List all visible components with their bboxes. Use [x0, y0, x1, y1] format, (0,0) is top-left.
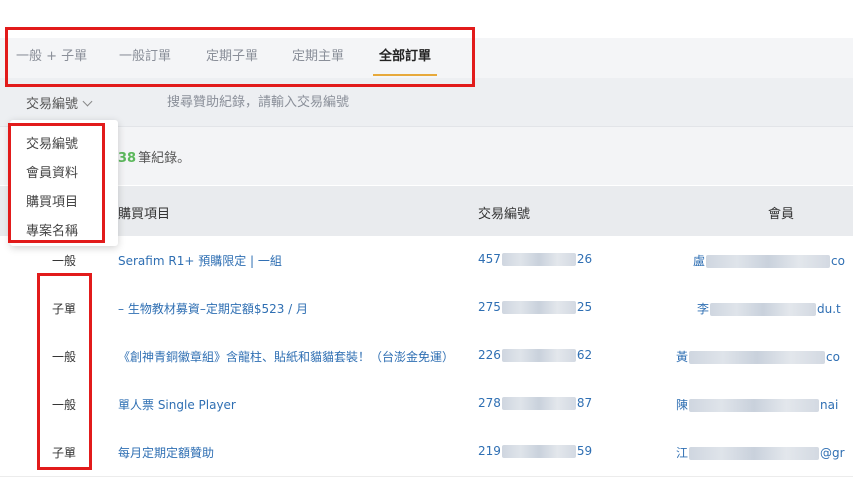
dropdown-option-item[interactable]: 購買項目: [26, 191, 78, 210]
order-number-end: 62: [576, 348, 593, 362]
order-tabs: 一般 + 子單 一般訂單 定期子單 定期主單 全部訂單: [0, 38, 853, 78]
order-number-end: 87: [576, 396, 593, 410]
tab-general-and-sub[interactable]: 一般 + 子單: [16, 38, 87, 78]
table-row: 一般 Serafim R1+ 預購限定 | 一組 457 26 盧 co: [0, 236, 853, 285]
member-start: 李: [697, 302, 710, 316]
purchase-item-link[interactable]: Serafim R1+ 預購限定 | 一組: [118, 252, 282, 269]
order-number-end: 26: [576, 252, 593, 266]
records-count: 38: [118, 151, 137, 166]
tab-recurring-sub[interactable]: 定期子單: [206, 38, 258, 78]
redacted-blur: [501, 253, 576, 266]
member-end: @gr: [820, 446, 845, 460]
purchase-item-link[interactable]: 《創神青銅徽章組》含龍柱、貼紙和貓貓套裝！（台澎金免運）: [118, 348, 454, 365]
purchase-item-link[interactable]: – 生物教材募資–定期定額$523 / 月: [118, 300, 308, 317]
table-row: 子單 – 生物教材募資–定期定額$523 / 月 275 25 李 du.t: [0, 284, 853, 333]
tab-all-orders[interactable]: 全部訂單: [372, 38, 438, 78]
member-link[interactable]: 陳 nai: [676, 396, 838, 413]
column-header-order: 交易編號: [478, 207, 531, 222]
table-row: 一般 《創神青銅徽章組》含龍柱、貼紙和貓貓套裝！（台澎金免運） 226 62 黃 c…: [0, 332, 853, 381]
tab-recurring-main[interactable]: 定期主單: [292, 38, 344, 78]
order-number-link[interactable]: 226 62: [478, 348, 592, 362]
redacted-blur: [710, 303, 817, 316]
top-bar: [0, 0, 853, 39]
member-end: co: [831, 254, 845, 268]
order-number-link[interactable]: 278 87: [478, 396, 592, 410]
search-input[interactable]: [165, 88, 589, 116]
member-end: co: [826, 350, 840, 364]
redacted-blur: [501, 445, 576, 458]
search-bar: 交易編號: [0, 78, 853, 127]
chevron-down-icon: [82, 96, 93, 107]
order-type: 一般: [52, 254, 77, 268]
order-number-start: 457: [478, 252, 501, 266]
order-number-link[interactable]: 457 26: [478, 252, 592, 266]
table-row: 子單 每月定期定額贊助 219 59 江 @gr: [0, 428, 853, 477]
search-field-select[interactable]: 交易編號: [26, 93, 93, 112]
member-start: 盧: [693, 254, 706, 268]
column-header-member: 會員: [768, 207, 795, 222]
member-link[interactable]: 李 du.t: [697, 300, 841, 317]
order-number-link[interactable]: 275 25: [478, 300, 592, 314]
member-link[interactable]: 黃 co: [676, 348, 840, 365]
redacted-blur: [501, 397, 576, 410]
records-suffix: 筆紀錄。: [138, 151, 191, 166]
member-start: 陳: [676, 398, 689, 412]
member-link[interactable]: 江 @gr: [676, 444, 845, 461]
member-end: du.t: [817, 302, 841, 316]
order-number-end: 59: [576, 444, 593, 458]
dropdown-option-member[interactable]: 會員資料: [26, 162, 78, 181]
order-number-start: 278: [478, 396, 501, 410]
member-start: 江: [676, 446, 689, 460]
redacted-blur: [689, 351, 826, 364]
tab-general-orders[interactable]: 一般訂單: [119, 38, 171, 78]
member-start: 黃: [676, 350, 689, 364]
order-number-start: 275: [478, 300, 501, 314]
order-number-end: 25: [576, 300, 593, 314]
purchase-item-link[interactable]: 每月定期定額贊助: [118, 444, 214, 461]
search-field-dropdown: 交易編號 會員資料 購買項目 專案名稱: [10, 120, 118, 246]
search-field-value: 交易編號: [26, 97, 79, 112]
dropdown-option-order-number[interactable]: 交易編號: [26, 133, 78, 152]
order-number-start: 219: [478, 444, 501, 458]
member-link[interactable]: 盧 co: [693, 252, 845, 269]
redacted-blur: [501, 349, 576, 362]
purchase-item-link[interactable]: 單人票 Single Player: [118, 396, 236, 413]
order-type: 子單: [52, 302, 77, 316]
order-type: 一般: [52, 350, 77, 364]
order-number-link[interactable]: 219 59: [478, 444, 592, 458]
table-header: 購買項目 交易編號 會員: [0, 186, 853, 237]
column-header-item: 購買項目: [118, 207, 171, 222]
dropdown-option-project[interactable]: 專案名稱: [26, 220, 78, 239]
redacted-blur: [501, 301, 576, 314]
redacted-blur: [689, 447, 820, 460]
records-summary: 38 筆紀錄。: [0, 127, 853, 185]
order-number-start: 226: [478, 348, 501, 362]
order-type: 一般: [52, 398, 77, 412]
order-type: 子單: [52, 446, 77, 460]
records-text: 38 筆紀錄。: [118, 147, 190, 166]
member-end: nai: [820, 398, 839, 412]
redacted-blur: [689, 399, 820, 412]
table-row: 一般 單人票 Single Player 278 87 陳 nai: [0, 380, 853, 429]
redacted-blur: [706, 255, 831, 268]
